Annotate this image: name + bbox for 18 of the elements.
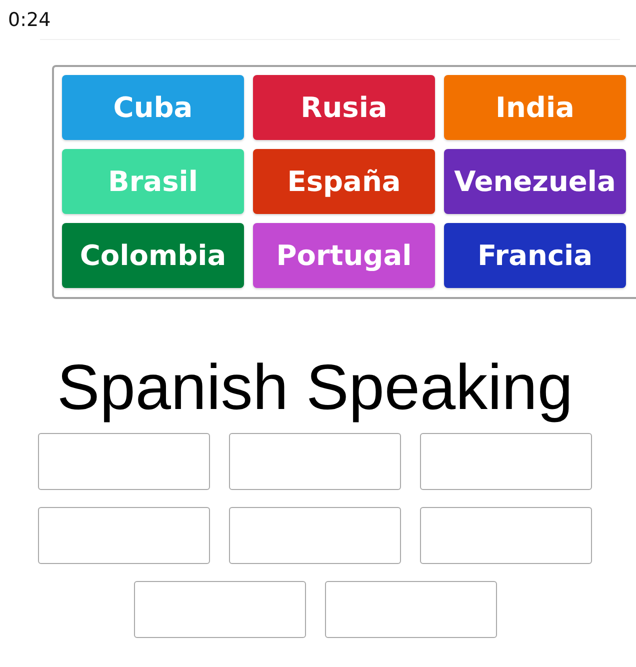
drop-slot[interactable] xyxy=(420,433,592,490)
country-tile[interactable]: Venezuela xyxy=(444,149,626,214)
drop-slot[interactable] xyxy=(420,507,592,564)
drop-slot[interactable] xyxy=(38,507,210,564)
drop-slot[interactable] xyxy=(38,433,210,490)
drop-slot[interactable] xyxy=(324,581,496,638)
category-title: Spanish Speaking xyxy=(57,351,573,423)
country-tile[interactable]: Francia xyxy=(444,223,626,288)
country-tile[interactable]: India xyxy=(444,75,626,140)
country-tile[interactable]: España xyxy=(253,149,435,214)
drop-slot[interactable] xyxy=(134,581,306,638)
timer-text: 0:24 xyxy=(8,9,51,31)
country-tile[interactable]: Cuba xyxy=(62,75,244,140)
country-tile[interactable]: Colombia xyxy=(62,223,244,288)
country-tile[interactable]: Rusia xyxy=(253,75,435,140)
country-tile[interactable]: Portugal xyxy=(253,223,435,288)
drop-slot[interactable] xyxy=(229,507,401,564)
drop-slot[interactable] xyxy=(229,433,401,490)
